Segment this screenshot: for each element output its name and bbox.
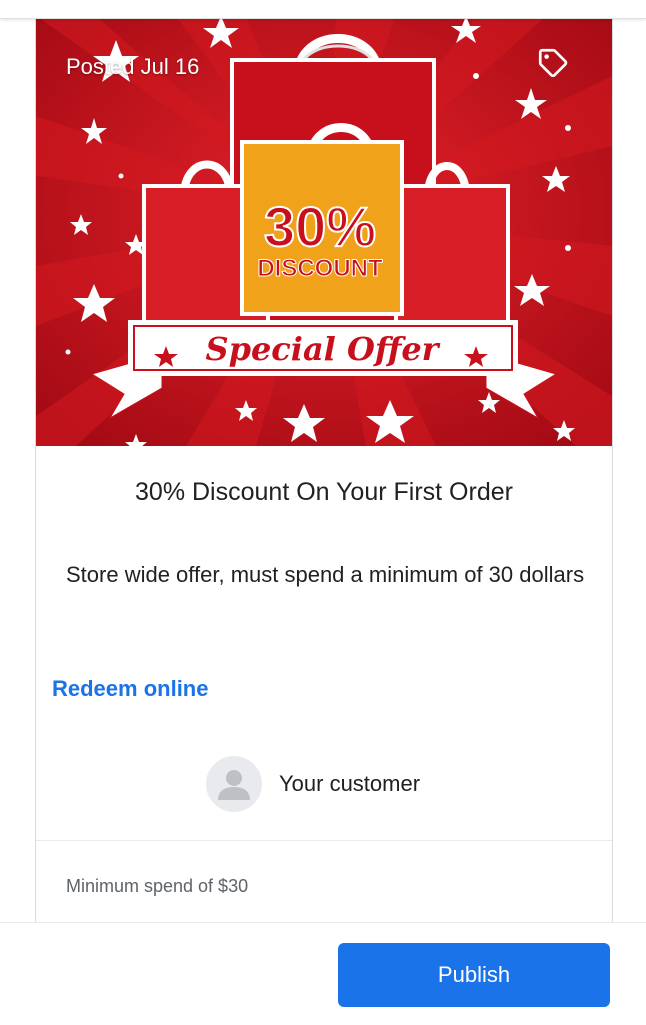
posted-date: Posted Jul 16 bbox=[66, 54, 200, 79]
offer-description: Store wide offer, must spend a minimum o… bbox=[66, 562, 585, 587]
publish-button[interactable]: Publish bbox=[338, 943, 610, 1007]
tag-icon bbox=[538, 48, 568, 78]
avatar bbox=[206, 756, 262, 812]
tag-button[interactable] bbox=[536, 46, 580, 90]
customer-label: Your customer bbox=[279, 771, 421, 796]
banner-text: Special Offer bbox=[205, 330, 440, 368]
percent-text: 30% bbox=[264, 195, 376, 258]
minimum-spend-text: Minimum spend of $30 bbox=[66, 876, 249, 896]
bottom-action-bar: Publish bbox=[0, 922, 646, 1025]
special-offer-illustration: 30% DISCOUNT Special Offer bbox=[36, 16, 612, 446]
offer-image: 30% DISCOUNT Special Offer Posted Jul 16 bbox=[36, 16, 612, 446]
customer-row: Your customer bbox=[206, 756, 420, 812]
top-app-bar-edge bbox=[0, 0, 646, 19]
offer-card: 30% DISCOUNT Special Offer Posted Jul 16… bbox=[35, 16, 613, 936]
divider bbox=[36, 840, 612, 841]
offer-title: 30% Discount On Your First Order bbox=[135, 478, 513, 506]
person-icon bbox=[218, 770, 250, 800]
discount-text: DISCOUNT bbox=[257, 255, 383, 282]
redeem-online-link[interactable]: Redeem online bbox=[52, 676, 208, 702]
